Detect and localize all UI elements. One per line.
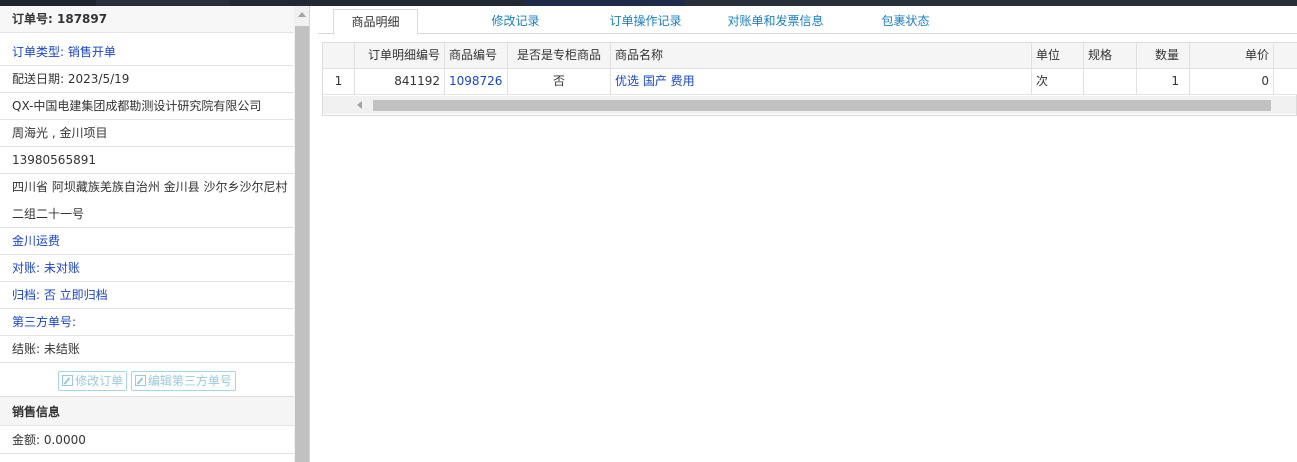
qty-cell: 1 — [1137, 69, 1190, 95]
price-cell: 0 — [1190, 69, 1274, 95]
order-number-value: 187897 — [57, 12, 108, 26]
contact-person: 周海光 , 金川项目 — [0, 120, 294, 147]
tab-product-details[interactable]: 商品明细 — [333, 9, 418, 35]
col-header-name[interactable]: 商品名称 — [611, 43, 1032, 69]
hscroll-thumb[interactable] — [373, 100, 1271, 111]
tab-modify-records[interactable]: 修改记录 — [468, 9, 563, 35]
col-header-price[interactable]: 单价 — [1190, 43, 1274, 69]
table-row[interactable]: 1 841192 1098726 否 优选 国产 费用 次 1 0 — [323, 69, 1297, 95]
third-party-number: 第三方单号: — [0, 309, 294, 336]
action-buttons: 修改订单 编辑第三方单号 — [0, 366, 294, 394]
freight-link[interactable]: 金川运费 — [0, 228, 294, 255]
counter-cell: 否 — [508, 69, 611, 95]
product-grid: 订单明细编号 商品编号 是否是专柜商品 商品名称 单位 规格 数量 单价 1 8… — [322, 42, 1297, 116]
order-info-list: 订单号: 187897 订单类型: 销售开单 配送日期: 2023/5/19 Q… — [0, 6, 294, 462]
tab-statement-invoice[interactable]: 对账单和发票信息 — [713, 9, 838, 35]
detail-tabs: 商品明细 修改记录 订单操作记录 对账单和发票信息 包裹状态 — [318, 6, 1297, 35]
sku-link[interactable]: 1098726 — [445, 69, 508, 95]
col-header-counter[interactable]: 是否是专柜商品 — [508, 43, 611, 69]
delivery-date: 配送日期: 2023/5/19 — [0, 66, 294, 93]
col-header-qty[interactable]: 数量 — [1137, 43, 1190, 69]
edit-order-button[interactable]: 修改订单 — [58, 371, 128, 391]
col-header-index — [323, 43, 355, 69]
edit-icon — [134, 375, 146, 386]
settle-status: 结账: 未结账 — [0, 336, 294, 363]
order-type: 订单类型: 销售开单 — [0, 39, 294, 66]
tab-package-status[interactable]: 包裹状态 — [863, 9, 948, 35]
sales-info-title: 销售信息 — [0, 396, 294, 426]
detail-id-cell: 841192 — [355, 69, 445, 95]
col-header-spec[interactable]: 规格 — [1084, 43, 1137, 69]
product-name-link[interactable]: 优选 国产 费用 — [611, 69, 1032, 95]
tab-operation-records[interactable]: 订单操作记录 — [593, 9, 698, 35]
order-number: 订单号: 187897 — [0, 6, 294, 33]
reconcile-status: 对账: 未对账 — [0, 255, 294, 282]
sales-amount: 金额: 0.0000 — [0, 427, 294, 454]
row-index: 1 — [323, 69, 355, 95]
order-number-label: 订单号: — [12, 12, 53, 26]
order-info-panel: 订单号: 187897 订单类型: 销售开单 配送日期: 2023/5/19 Q… — [0, 6, 310, 462]
col-header-detail-id[interactable]: 订单明细编号 — [355, 43, 445, 69]
archive-status: 归档: 否 立即归档 — [0, 282, 294, 309]
col-header-sku[interactable]: 商品编号 — [445, 43, 508, 69]
contact-phone: 13980565891 — [0, 147, 294, 174]
detail-panel: 商品明细 修改记录 订单操作记录 对账单和发票信息 包裹状态 订单明细编号 商品… — [318, 6, 1297, 462]
scroll-thumb[interactable] — [295, 26, 309, 462]
archive-label: 归档: — [12, 288, 44, 302]
edit-third-party-button[interactable]: 编辑第三方单号 — [130, 371, 236, 391]
col-header-unit[interactable]: 单位 — [1032, 43, 1084, 69]
scroll-left-icon[interactable] — [357, 101, 362, 109]
spec-cell — [1084, 69, 1137, 95]
scroll-up-icon[interactable] — [298, 12, 306, 17]
grid-hscrollbar[interactable] — [323, 96, 1296, 114]
customer-company: QX-中国电建集团成都勘测设计研究院有限公司 — [0, 93, 294, 120]
left-scrollbar[interactable] — [294, 6, 309, 462]
grid-header: 订单明细编号 商品编号 是否是专柜商品 商品名称 单位 规格 数量 单价 — [323, 43, 1297, 69]
archive-now-link[interactable]: 否 立即归档 — [44, 288, 108, 302]
unit-cell: 次 — [1032, 69, 1084, 95]
delivery-address: 四川省 阿坝藏族羌族自治州 金川县 沙尔乡沙尔尼村二组二十一号 — [0, 174, 294, 228]
edit-icon — [62, 375, 74, 386]
